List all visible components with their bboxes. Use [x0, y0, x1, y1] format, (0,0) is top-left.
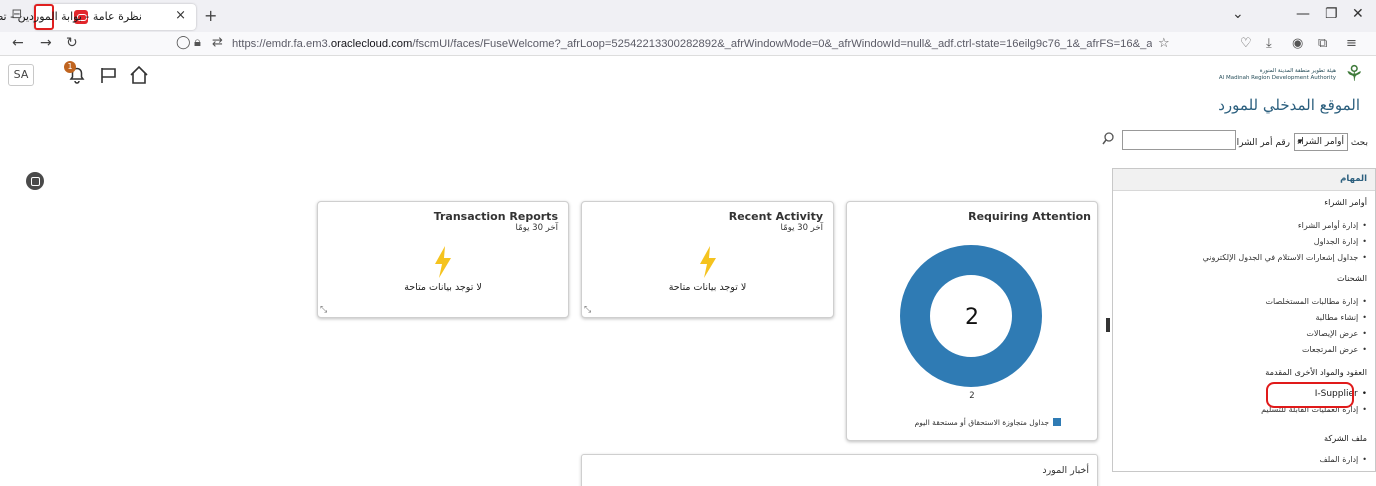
menu-icon[interactable]: ≡	[1346, 36, 1357, 51]
new-tab-icon[interactable]: +	[204, 6, 217, 25]
search-type-select[interactable]: أوامر الشراء ▾	[1294, 133, 1348, 151]
annotation-highlight-ring	[1266, 382, 1354, 408]
card-title[interactable]: Recent Activity	[729, 210, 823, 223]
donut-center-value: 2	[965, 305, 979, 330]
section-title-company-profile: ملف الشركة	[1323, 433, 1367, 443]
tasks-header-label: المهام	[1340, 174, 1367, 184]
donut-segment-label: 2	[969, 391, 975, 401]
search-icon[interactable]	[1102, 131, 1118, 147]
task-manage-profile[interactable]: إدارة الملف	[1319, 455, 1367, 464]
restore-icon[interactable]: ❐	[1325, 6, 1338, 22]
search-input[interactable]	[1122, 130, 1236, 150]
back-icon[interactable]: ←	[12, 35, 24, 51]
organization-logo[interactable]: هيئة تطوير منطقة المدينة المنورة Al Madin…	[1216, 62, 1368, 88]
shield-icon[interactable]: ◯	[176, 35, 191, 50]
recent-activity-card: Recent Activity آخر 30 يومًا لا توجد بيا…	[581, 201, 834, 318]
tasks-header: المهام	[1113, 169, 1375, 191]
download-icon[interactable]: ⤓	[1266, 36, 1272, 51]
transaction-reports-card: Transaction Reports آخر 30 يومًا لا توجد…	[317, 201, 569, 318]
news-title: أخبار المورد	[1042, 465, 1089, 476]
pocket-icon[interactable]: ♡	[1240, 36, 1252, 51]
no-data-message: لا توجد بيانات متاحة	[404, 282, 482, 293]
legend-label: جداول متجاوزة الاستحقاق أو مستحقة اليوم	[914, 418, 1049, 427]
task-view-returns[interactable]: عرض المرتجعات	[1302, 345, 1367, 354]
panel-splitter-handle[interactable]	[1106, 318, 1110, 332]
tab-close-icon[interactable]: ×	[175, 8, 186, 23]
logo-text: هيئة تطوير منطقة المدينة المنورة Al Madin…	[1218, 68, 1336, 81]
requiring-attention-card: Requiring Attention 2 2 جداول متجاوزة ال…	[846, 201, 1098, 441]
card-subtitle: آخر 30 يومًا	[780, 223, 823, 233]
section-title-purchase-orders: أوامر الشراء	[1324, 197, 1367, 207]
window-close-icon[interactable]: ✕	[1352, 6, 1364, 22]
tasks-panel: المهام أوامر الشراء إدارة أوامر الشراء إ…	[1112, 168, 1376, 472]
card-title[interactable]: Transaction Reports	[434, 210, 558, 223]
user-avatar[interactable]: SA	[8, 64, 34, 86]
minimize-icon[interactable]: —	[1296, 6, 1310, 22]
tabs-dropdown-icon[interactable]: ⌄	[1232, 6, 1244, 22]
po-number-label: رقم أمر الشراء	[1232, 138, 1290, 148]
resize-handle-icon[interactable]: ⤡	[320, 305, 330, 315]
notification-count-badge: 1	[64, 61, 76, 73]
task-manage-schedules[interactable]: إدارة الجداول	[1314, 237, 1367, 246]
search-label: بحث	[1350, 138, 1368, 148]
reload-icon[interactable]: ↻	[66, 35, 78, 51]
chevron-down-icon: ▾	[1298, 137, 1303, 147]
extensions-icon[interactable]: ⧉	[1318, 36, 1327, 51]
lock-icon[interactable]: 🔒︎	[194, 35, 201, 50]
task-manage-orders[interactable]: إدارة أوامر الشراء	[1298, 221, 1367, 230]
lightning-icon	[435, 246, 451, 278]
browser-navigation-bar: ← → ↻ ◯ 🔒︎ ⇄ https://emdr.fa.em3.oraclec…	[0, 32, 1376, 56]
legend-swatch	[1053, 418, 1061, 426]
forward-icon[interactable]: →	[40, 35, 52, 51]
chart-legend: جداول متجاوزة الاستحقاق أو مستحقة اليوم	[915, 418, 1061, 427]
card-title[interactable]: Requiring Attention	[968, 210, 1091, 223]
resize-handle-icon[interactable]: ⤡	[584, 305, 594, 315]
task-create-claim[interactable]: إنشاء مطالبة	[1316, 313, 1367, 322]
browser-tab[interactable]: نظرة عامة - بوابة الموردين - تط... ×	[0, 4, 196, 30]
watchlist-icon[interactable]	[26, 172, 44, 190]
browser-tab-bar: ⊟ نظرة عامة - بوابة الموردين - تط... × +…	[0, 0, 1376, 32]
section-title-shipments: الشحنات	[1336, 273, 1367, 283]
home-icon[interactable]	[128, 64, 150, 86]
flag-icon[interactable]	[98, 64, 120, 86]
task-view-receipts[interactable]: عرض الإيصالات	[1306, 329, 1367, 338]
tab-title: نظرة عامة - بوابة الموردين - تط...	[0, 10, 142, 23]
no-data-message: لا توجد بيانات متاحة	[668, 282, 747, 293]
permissions-icon[interactable]: ⇄	[212, 35, 223, 50]
bookmark-star-icon[interactable]: ☆	[1158, 36, 1170, 51]
lightning-icon	[699, 246, 716, 278]
account-icon[interactable]: ◉	[1292, 36, 1303, 51]
card-subtitle: آخر 30 يومًا	[515, 223, 558, 233]
section-title-contracts: العقود والمواد الأخرى المقدمة	[1265, 367, 1367, 377]
task-manage-claims[interactable]: إدارة مطالبات المستخلصات	[1265, 297, 1367, 306]
task-asn-schedules[interactable]: جداول إشعارات الاستلام في الجدول الإلكتر…	[1203, 253, 1367, 262]
palm-emblem-icon: ⚘	[1344, 62, 1364, 87]
url-bar[interactable]: https://emdr.fa.em3.oraclecloud.com/fscm…	[232, 34, 1152, 54]
page-title: الموقع المدخلي للمورد	[1218, 96, 1360, 114]
supplier-news-card: أخبار المورد	[581, 454, 1098, 486]
